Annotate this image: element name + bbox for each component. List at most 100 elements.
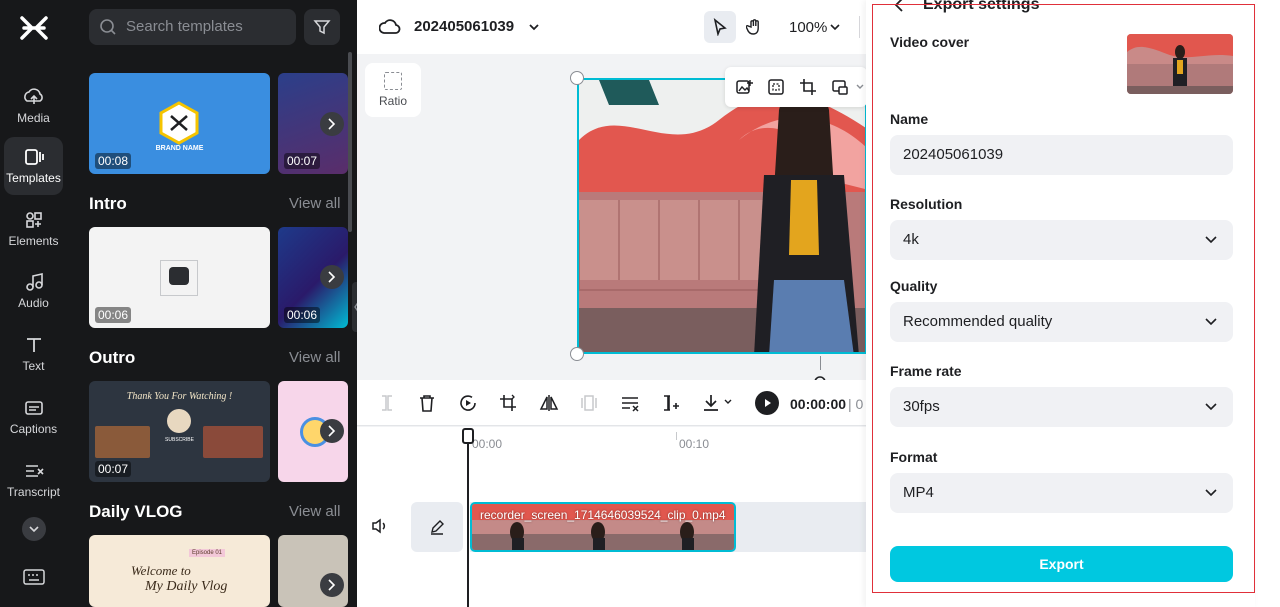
delete-icon[interactable] xyxy=(418,393,436,413)
vlog-title-line-2: My Daily Vlog xyxy=(145,579,228,594)
chevron-down-icon xyxy=(1205,403,1217,411)
carousel-next-button[interactable] xyxy=(320,265,344,289)
zoom-level[interactable]: 100% xyxy=(789,19,827,36)
capcut-small-logo-icon xyxy=(169,267,189,285)
export-settings-title: Export settings xyxy=(923,0,1040,13)
view-all-link[interactable]: View all xyxy=(289,503,340,520)
search-icon xyxy=(100,19,116,35)
carousel-next-button[interactable] xyxy=(320,573,344,597)
volume-icon[interactable] xyxy=(371,518,389,534)
download-icon[interactable] xyxy=(701,393,721,413)
text-icon xyxy=(26,338,41,352)
quality-select[interactable]: Recommended quality xyxy=(890,302,1233,342)
outro-image-right xyxy=(203,426,263,458)
sidebar-item-templates[interactable]: Templates xyxy=(4,137,63,195)
frame-rate-select[interactable]: 30fps xyxy=(890,387,1233,427)
view-all-link[interactable]: View all xyxy=(289,195,340,212)
chevron-right-icon xyxy=(328,118,336,130)
smart-cut-icon[interactable] xyxy=(661,393,681,413)
sidebar-item-audio[interactable]: Audio xyxy=(4,262,63,320)
chevron-down-icon xyxy=(29,526,39,533)
play-button[interactable] xyxy=(755,391,779,415)
back-arrow-icon[interactable] xyxy=(893,0,907,12)
crop-icon[interactable] xyxy=(799,78,817,96)
chevron-down-icon[interactable] xyxy=(723,398,733,406)
hand-icon xyxy=(746,19,759,35)
carousel-next-button[interactable] xyxy=(320,419,344,443)
video-preview[interactable] xyxy=(577,78,867,354)
select-tool-button[interactable] xyxy=(704,11,736,43)
capcut-logo-icon xyxy=(20,16,48,40)
sidebar-item-media[interactable]: Media xyxy=(4,77,63,135)
split-icon[interactable] xyxy=(378,393,396,413)
fit-icon[interactable] xyxy=(767,78,785,96)
resolution-label: Resolution xyxy=(890,196,963,212)
sidebar-item-transcript[interactable]: Transcript xyxy=(4,451,63,509)
chevron-right-icon xyxy=(328,425,336,437)
search-input[interactable]: Search templates xyxy=(89,9,296,45)
section-title-intro: Intro xyxy=(89,194,127,213)
chevron-down-icon[interactable] xyxy=(855,83,865,91)
right-properties-strip xyxy=(1255,0,1280,607)
chevron-down-icon xyxy=(1205,236,1217,244)
duration-badge: 00:07 xyxy=(95,461,132,477)
panel-scrollbar[interactable] xyxy=(348,52,352,232)
cloud-sync-icon[interactable] xyxy=(379,17,401,37)
sidebar-item-elements[interactable]: Elements xyxy=(4,200,63,258)
freeze-icon[interactable] xyxy=(580,393,598,413)
playhead-knob[interactable] xyxy=(462,428,474,444)
transcript-icon xyxy=(25,465,44,477)
template-thumb[interactable]: Thank You For Watching ! SUBSCRIBE 00:07 xyxy=(89,381,270,482)
video-clip[interactable]: recorder_screen_1714646039524_clip_0.mp4 xyxy=(470,502,736,552)
keyboard-icon[interactable] xyxy=(22,568,46,586)
chevron-down-icon[interactable] xyxy=(528,22,540,32)
adjust-icon[interactable] xyxy=(620,393,640,413)
replace-image-icon[interactable] xyxy=(735,78,753,96)
hand-tool-button[interactable] xyxy=(739,11,771,43)
sidebar-item-label: Media xyxy=(17,111,50,125)
speed-icon[interactable] xyxy=(458,393,478,413)
brand-hexagon-logo xyxy=(159,101,199,145)
playhead[interactable] xyxy=(467,436,469,607)
ratio-button[interactable]: Ratio xyxy=(365,63,421,117)
sidebar-item-captions[interactable]: Captions xyxy=(4,388,63,446)
tick-label: 00:00 xyxy=(472,437,503,451)
format-label: Format xyxy=(890,449,938,465)
cover-image xyxy=(1127,34,1233,94)
format-select[interactable]: MP4 xyxy=(890,473,1233,513)
edit-cover-button[interactable] xyxy=(411,502,463,552)
crop-icon[interactable] xyxy=(499,393,517,413)
templates-panel: Search templates BRAND NAME 00:08 00:07 … xyxy=(72,0,357,607)
sidebar-item-label: Templates xyxy=(6,171,61,185)
audio-icon xyxy=(25,273,43,291)
template-thumb[interactable]: 00:06 xyxy=(89,227,270,328)
resolution-select[interactable]: 4k xyxy=(890,220,1233,260)
format-value: MP4 xyxy=(903,484,934,501)
project-name[interactable]: 202405061039 xyxy=(414,18,514,35)
pencil-icon xyxy=(431,520,444,535)
template-thumb[interactable] xyxy=(278,535,348,607)
resize-handle-top-left[interactable] xyxy=(570,71,584,85)
video-cover-thumbnail[interactable] xyxy=(1127,34,1233,94)
ratio-icon xyxy=(384,72,402,90)
background-icon[interactable] xyxy=(831,78,849,96)
carousel-next-button[interactable] xyxy=(320,112,344,136)
sidebar-item-text[interactable]: Text xyxy=(4,325,63,383)
duration-badge: 00:06 xyxy=(95,307,132,323)
total-time-partial: | 0 xyxy=(848,396,864,412)
name-field[interactable]: 202405061039 xyxy=(890,135,1233,175)
filter-button[interactable] xyxy=(304,9,340,45)
chevron-right-icon xyxy=(328,579,336,591)
template-thumb[interactable]: Episode 01 Welcome to My Daily Vlog xyxy=(89,535,270,607)
flip-icon[interactable] xyxy=(539,393,559,413)
template-thumb[interactable]: BRAND NAME 00:08 xyxy=(89,73,270,174)
view-all-link[interactable]: View all xyxy=(289,349,340,366)
chevron-down-icon[interactable] xyxy=(829,22,841,32)
cursor-icon xyxy=(713,18,727,36)
collapse-sidebar-button[interactable] xyxy=(22,517,46,541)
export-button[interactable]: Export xyxy=(890,546,1233,582)
resize-handle-bottom-left[interactable] xyxy=(570,347,584,361)
video-frame-image xyxy=(579,80,865,352)
section-title-daily-vlog: Daily VLOG xyxy=(89,502,183,521)
captions-icon xyxy=(24,401,43,415)
